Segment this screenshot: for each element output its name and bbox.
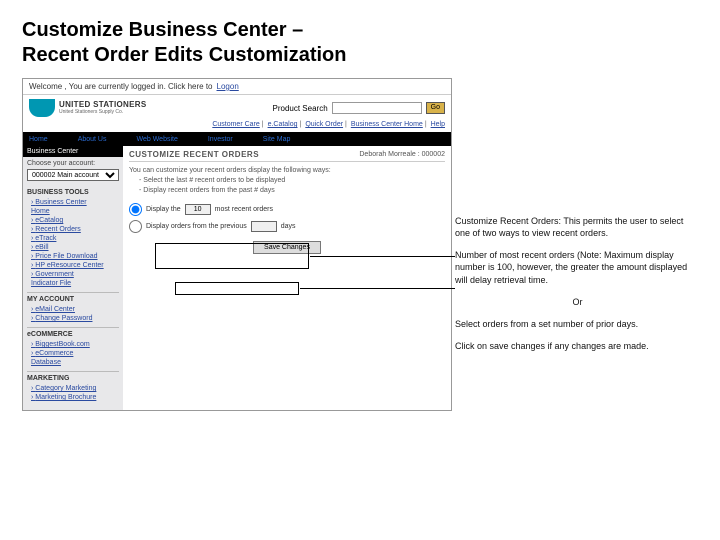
product-search: Product Search Go [273,102,445,114]
search-label: Product Search [273,104,328,113]
link-ecatalog[interactable]: e.Catalog [268,121,298,128]
opt2-label-b: days [281,223,296,230]
leader-line-2 [300,288,455,289]
top-nav: Home About Us Web Website Investor Site … [23,132,451,146]
sidebar-etrack[interactable]: eTrack [27,234,119,243]
sidebar-change-password[interactable]: Change Password [27,314,119,323]
logo-subtext: United Stationers Supply Co. [59,109,146,115]
logo-text: UNITED STATIONERS [59,101,146,109]
nav-about[interactable]: About Us [78,136,107,143]
intro-line: You can customize your recent orders dis… [129,166,445,176]
days-input[interactable] [251,221,277,232]
logo-icon [29,99,55,117]
sidebar-ebill[interactable]: eBill [27,243,119,252]
sidebar-business-center[interactable]: Business Center [27,198,119,207]
title-line2: Recent Order Edits Customization [22,44,347,66]
opt2-label-a: Display orders from the previous [146,223,247,230]
sidebar-ecatalog[interactable]: eCatalog [27,216,119,225]
callout-p3: Select orders from a set number of prior… [455,318,700,330]
sidebar-category-marketing[interactable]: Category Marketing [27,384,119,393]
radio-most-recent[interactable] [129,203,142,216]
sidebar-marketing-brochure[interactable]: Marketing Brochure [27,393,119,402]
title-line1: Customize Business Center – [22,19,303,41]
sidebar-home[interactable]: Home [27,207,119,216]
go-button[interactable]: Go [426,102,445,114]
sidebar: Business Center Choose your account: 000… [23,146,123,410]
nav-investor[interactable]: Investor [208,136,233,143]
section-ecommerce: eCOMMERCE [27,327,119,338]
intro-a: - Select the last # recent orders to be … [129,176,445,186]
header-row: UNITED STATIONERS United Stationers Supp… [23,95,451,121]
welcome-text: Welcome , You are currently logged in. C… [29,82,213,91]
sidebar-price-file[interactable]: Price File Download [27,252,119,261]
section-business-tools: BUSINESS TOOLS [27,189,119,196]
link-bc-home[interactable]: Business Center Home [351,121,423,128]
option-previous-days: Display orders from the previous days [129,218,445,235]
sidebar-recent-orders[interactable]: Recent Orders [27,225,119,234]
search-input[interactable] [332,102,422,114]
sidebar-indicator-file[interactable]: Indicator File [27,279,119,288]
callout-p1: Customize Recent Orders: This permits th… [455,215,700,239]
link-help[interactable]: Help [431,121,445,128]
link-quick-order[interactable]: Quick Order [305,121,343,128]
sidebar-biggestbook[interactable]: BiggestBook.com [27,340,119,349]
option-most-recent: Display the most recent orders [129,201,445,218]
account-select[interactable]: 000002 Main account [27,169,119,181]
logon-link[interactable]: Logon [217,82,239,91]
sidebar-database[interactable]: Database [27,358,119,367]
opt1-label-b: most recent orders [215,206,273,213]
intro-b: - Display recent orders from the past # … [129,186,445,196]
nav-sitemap[interactable]: Site Map [263,136,291,143]
sidebar-ecommerce[interactable]: eCommerce [27,349,119,358]
save-changes-button[interactable]: Save Changes [253,241,321,254]
instructions: You can customize your recent orders dis… [129,166,445,195]
section-marketing: MARKETING [27,371,119,382]
welcome-bar: Welcome , You are currently logged in. C… [23,79,451,95]
leader-line-1 [310,256,455,257]
utility-links: Customer Care| e.Catalog| Quick Order| B… [23,121,451,132]
section-my-account: MY ACCOUNT [27,292,119,303]
callout-text: Customize Recent Orders: This permits th… [455,215,700,362]
page-title: CUSTOMIZE RECENT ORDERS [129,150,259,159]
radio-previous-days[interactable] [129,220,142,233]
logo: UNITED STATIONERS United Stationers Supp… [29,99,146,117]
opt1-label-a: Display the [146,206,181,213]
nav-web[interactable]: Web Website [136,136,177,143]
sidebar-email-center[interactable]: eMail Center [27,305,119,314]
recent-count-input[interactable] [185,204,211,215]
choose-account-label: Choose your account: [27,160,119,167]
app-screenshot: Welcome , You are currently logged in. C… [22,78,452,411]
current-user: Deborah Morreale : 000002 [359,151,445,158]
nav-home[interactable]: Home [29,136,48,143]
callout-p4: Click on save changes if any changes are… [455,340,700,352]
sidebar-hp-eresource[interactable]: HP eResource Center [27,261,119,270]
main-panel: CUSTOMIZE RECENT ORDERS Deborah Morreale… [123,146,451,410]
sidebar-title: Business Center [23,146,123,157]
sidebar-government[interactable]: Government [27,270,119,279]
callout-or: Or [455,296,700,308]
callout-p2: Number of most recent orders (Note: Maxi… [455,249,700,285]
slide-title: Customize Business Center – Recent Order… [0,0,720,78]
link-customer-care[interactable]: Customer Care [212,121,259,128]
